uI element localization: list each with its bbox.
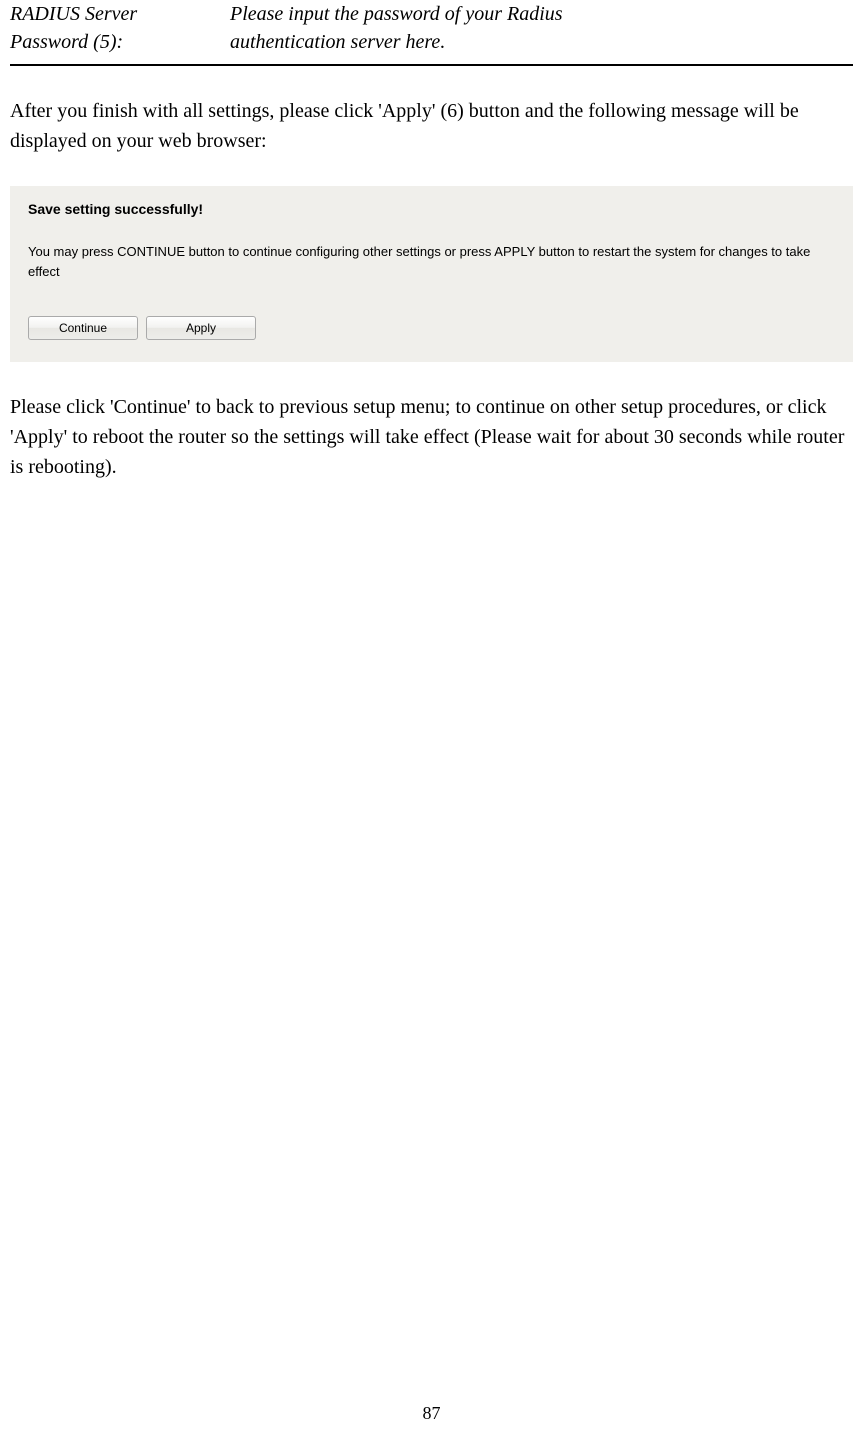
screenshot-title: Save setting successfully!: [28, 201, 835, 217]
definition-desc: Please input the password of your Radius…: [230, 0, 853, 56]
page-number: 87: [0, 1403, 863, 1424]
definition-term: RADIUS Server Password (5):: [10, 0, 230, 56]
term-line1: RADIUS Server: [10, 3, 137, 25]
desc-line2: authentication server here.: [230, 31, 445, 53]
apply-button[interactable]: Apply: [146, 316, 256, 340]
paragraph-2: Please click 'Continue' to back to previ…: [10, 392, 853, 482]
continue-button[interactable]: Continue: [28, 316, 138, 340]
paragraph-1: After you finish with all settings, plea…: [10, 96, 853, 156]
screenshot-text: You may press CONTINUE button to continu…: [28, 242, 835, 281]
screenshot-panel: Save setting successfully! You may press…: [10, 186, 853, 362]
desc-line1: Please input the password of your Radius: [230, 3, 563, 25]
definition-row: RADIUS Server Password (5): Please input…: [10, 0, 853, 66]
button-row: Continue Apply: [28, 316, 835, 340]
term-line2: Password (5):: [10, 31, 123, 53]
